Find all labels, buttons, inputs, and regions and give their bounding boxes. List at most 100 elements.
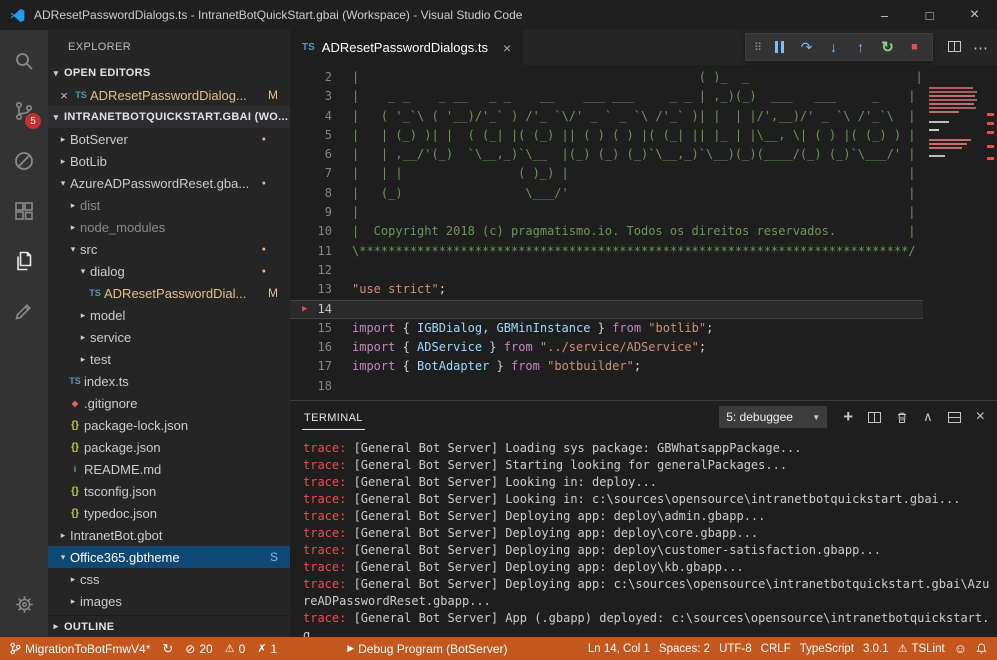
step-over-button[interactable]: ↷ [793,35,820,59]
tree-item-model[interactable]: ▸model [48,304,290,326]
split-editor-icon[interactable] [948,39,961,57]
status-item-bell[interactable] [976,642,987,655]
step-into-button[interactable]: ↓ [820,35,847,59]
workspace-header[interactable]: ▾ INTRANETBOTQUICKSTART.GBAI (WO... [48,106,290,128]
code-line-10[interactable]: 10| Copyright 2018 (c) pragmatismo.io. T… [290,222,923,241]
status-item-0[interactable]: ⚠0 [225,642,246,656]
tree-item-css[interactable]: ▸css [48,568,290,590]
line-number[interactable]: 2 [290,68,352,87]
code-line-18[interactable]: 18 [290,377,923,396]
code-line-13[interactable]: 13"use strict"; [290,280,923,299]
tree-item-intranetbot-gbot[interactable]: ▸IntranetBot.gbot [48,524,290,546]
status-item-crlf[interactable]: CRLF [761,643,791,655]
split-terminal-icon[interactable] [868,412,881,423]
tree-item-dialog[interactable]: ▾dialog● [48,260,290,282]
code-line-5[interactable]: 5| | (_) )| | ( (_| |( (_) || ( ) ( ) |(… [290,126,923,145]
status-item-typescript[interactable]: TypeScript [800,643,854,655]
code-line-9[interactable]: 9| | [290,203,923,222]
tree-item-adresetpassworddial[interactable]: TSADResetPasswordDial...M [48,282,290,304]
code-line-16[interactable]: 16import { ADService } from "../service/… [290,338,923,357]
extensions-icon[interactable] [0,186,48,236]
minimize-button[interactable]: – [862,0,907,30]
debug-icon[interactable] [0,136,48,186]
line-number[interactable]: 15 [290,319,352,338]
status-item-migrationtobotfmwv4[interactable]: MigrationToBotFmwV4* [10,642,150,656]
tree-item-azureadpasswordreset-gba[interactable]: ▾AzureADPasswordReset.gba...● [48,172,290,194]
close-panel-icon[interactable]: × [976,408,985,426]
line-number[interactable]: 10 [290,222,352,241]
code-line-11[interactable]: 11\*************************************… [290,242,923,261]
more-actions-icon[interactable]: ⋯ [973,39,989,57]
terminal-selector[interactable]: 5: debuggee ▼ [719,406,827,428]
code-line-12[interactable]: 12 [290,261,923,280]
maximize-button[interactable]: □ [907,0,952,30]
status-item-tslint[interactable]: ⚠TSLint [898,642,945,655]
overview-ruler[interactable] [983,65,997,400]
restart-button[interactable]: ↻ [874,35,901,59]
tree-item-images[interactable]: ▸images [48,590,290,612]
pause-button[interactable] [766,35,793,59]
status-item-spaces-2[interactable]: Spaces: 2 [659,643,710,655]
line-number[interactable]: 3 [290,87,352,106]
tree-item-botserver[interactable]: ▸BotServer● [48,128,290,150]
code-line-8[interactable]: 8| (_) \___/' | [290,184,923,203]
tree-item-index-ts[interactable]: TSindex.ts [48,370,290,392]
open-editors-header[interactable]: ▾ OPEN EDITORS [48,62,290,84]
tree-item-service[interactable]: ▸service [48,326,290,348]
line-number[interactable]: 13 [290,280,352,299]
status-item-sync[interactable]: ↻ [162,641,173,657]
tree-item-readme-md[interactable]: iREADME.md [48,458,290,480]
code-editor[interactable]: 2| ( )_ _ |3| _ _ _ __ _ _ __ ___ ___ _ … [290,65,997,400]
settings-gear-icon[interactable] [0,579,48,629]
step-out-button[interactable]: ↑ [847,35,874,59]
tree-item-typedoc-json[interactable]: {}typedoc.json [48,502,290,524]
close-button[interactable]: × [952,0,997,30]
search-icon[interactable] [0,36,48,86]
kill-terminal-icon[interactable] [896,411,908,424]
tree-item-node-modules[interactable]: ▸node_modules [48,216,290,238]
drag-grip-icon[interactable]: ⠿ [750,35,766,59]
new-terminal-icon[interactable]: + [843,407,853,427]
line-number[interactable]: 4 [290,107,352,126]
status-item-1[interactable]: ✗1 [257,642,277,656]
source-control-icon[interactable]: 5 [0,86,48,136]
status-item-20[interactable]: ⊘20 [185,642,212,656]
outline-header[interactable]: ▸ OUTLINE [48,615,290,637]
code-line-7[interactable]: 7| | | ( )_) | | [290,164,923,183]
close-icon[interactable]: × [56,88,72,103]
status-item-ln-14-col-1[interactable]: Ln 14, Col 1 [588,643,650,655]
line-number[interactable]: 9 [290,203,352,222]
tab-adresetpassworddialogs[interactable]: TS ADResetPasswordDialogs.ts × [290,30,523,65]
line-number[interactable]: 14▶ [290,300,352,319]
code-line-6[interactable]: 6| | ,__/'(_) `\__,_)`\__ |(_) (_) (_)`\… [290,145,923,164]
line-number[interactable]: 6 [290,145,352,164]
tab-close-icon[interactable]: × [503,40,511,56]
maximize-panel-icon[interactable]: ∧ [923,409,933,425]
code-line-4[interactable]: 4| ( '_`\ ( '__)/'_` ) /'_ `\/' _ ` _ `\… [290,107,923,126]
explorer-icon[interactable] [0,236,48,286]
panel-layout-icon[interactable] [948,412,961,423]
code-line-14[interactable]: 14▶ [290,300,923,319]
code-line-15[interactable]: 15import { IGBDialog, GBMinInstance } fr… [290,319,923,338]
line-number[interactable]: 12 [290,261,352,280]
line-number[interactable]: 8 [290,184,352,203]
stop-button[interactable]: ■ [901,35,928,59]
line-number[interactable]: 5 [290,126,352,145]
line-number[interactable]: 18 [290,377,352,396]
code-line-2[interactable]: 2| ( )_ _ | [290,68,923,87]
tree-item-tsconfig-json[interactable]: {}tsconfig.json [48,480,290,502]
tree-item-dist[interactable]: ▸dist [48,194,290,216]
line-number[interactable]: 17 [290,357,352,376]
line-number[interactable]: 11 [290,242,352,261]
tree-item-botlib[interactable]: ▸BotLib [48,150,290,172]
tree-item-gitignore[interactable]: ◆.gitignore [48,392,290,414]
tree-item-package-json[interactable]: {}package.json [48,436,290,458]
open-editor-item[interactable]: ×TSADResetPasswordDialog...M [48,84,290,106]
terminal-output[interactable]: trace: [General Bot Server] Loading sys … [290,433,997,637]
tree-item-src[interactable]: ▾src● [48,238,290,260]
code-line-17[interactable]: 17import { BotAdapter } from "botbuilder… [290,357,923,376]
tree-item-office365-gbtheme[interactable]: ▾Office365.gbthemeS [48,546,290,568]
status-item-utf-8[interactable]: UTF-8 [719,643,752,655]
tab-terminal[interactable]: TERMINAL [302,405,365,430]
status-item-debug-program-botserver[interactable]: ▶Debug Program (BotServer) [347,642,507,656]
